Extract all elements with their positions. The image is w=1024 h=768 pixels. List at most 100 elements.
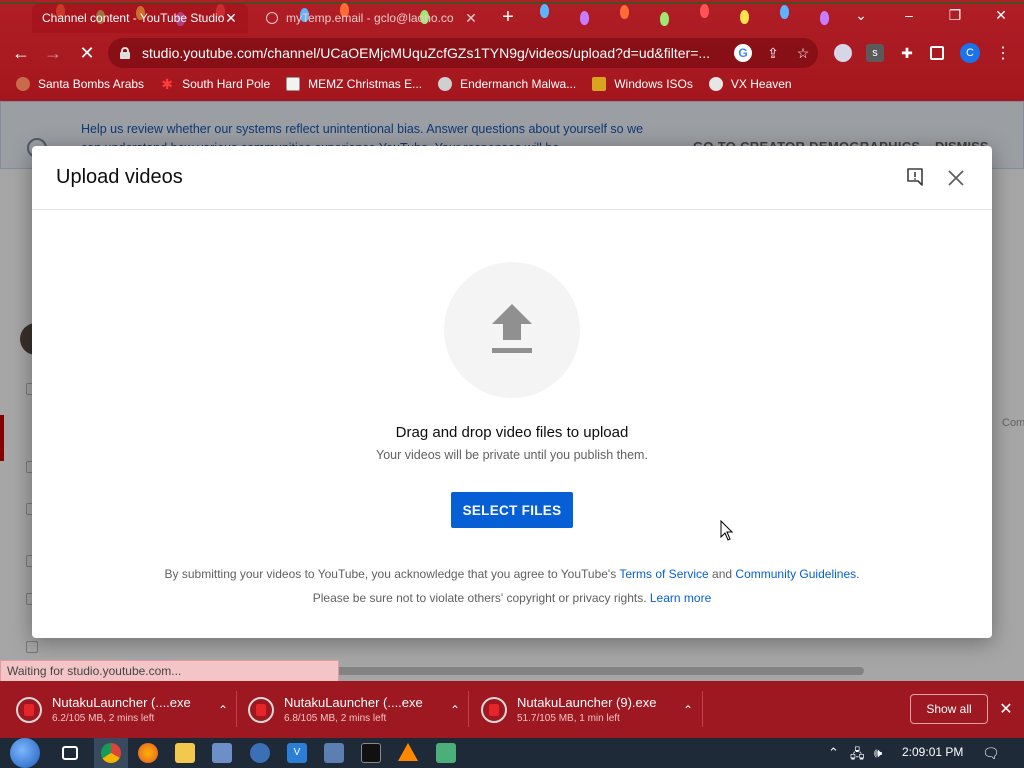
dialog-title: Upload videos [56,166,183,188]
download-item[interactable]: NutakuLauncher (....exe 6.8/105 MB, 2 mi… [248,681,460,738]
visual-basic-icon[interactable]: V [287,743,307,763]
bookmarks-bar: Santa Bombs Arabs ✱ South Hard Pole MEMZ… [0,72,1024,96]
bookmark-star-icon[interactable]: ☆ [794,44,812,62]
taskbar-clock[interactable]: 2:09:01 PM [902,745,963,759]
bookmark-label: MEMZ Christmas E... [308,77,423,91]
community-guidelines-link[interactable]: Community Guidelines [735,567,856,581]
bookmark-label: Endermanch Malwa... [460,77,577,91]
download-progress-text: 6.8/105 MB, 2 mins left [284,713,387,724]
bookmark-windows-isos[interactable]: Windows ISOs [592,77,693,91]
command-prompt-icon[interactable] [361,743,381,763]
task-view-icon[interactable] [62,746,78,760]
tab-title: Channel content - YouTube Studio [42,11,224,25]
kebab-menu-icon[interactable]: ⋮ [994,44,1012,62]
bookmark-vx-heaven[interactable]: VX Heaven [708,77,792,91]
computer-management-icon[interactable] [212,743,232,763]
download-filename: NutakuLauncher (....exe [52,695,191,710]
url-text[interactable]: studio.youtube.com/channel/UCaOEMjcMUquZ… [142,45,728,61]
download-progress-text: 51.7/105 MB, 1 min left [517,713,620,724]
terms-and: and [708,567,736,581]
copyright-text: Please be sure not to violate others' co… [312,591,650,605]
close-tab-icon[interactable]: ✕ [464,10,478,27]
new-tab-plus-icon[interactable]: + [498,6,518,29]
spreadsheet-icon[interactable] [436,743,456,763]
tab-title: myTemp.email - gclo@laoho.co [286,11,454,25]
show-all-downloads-button[interactable]: Show all [910,694,988,724]
learn-more-link[interactable]: Learn more [650,591,711,605]
drag-drop-title: Drag and drop video files to upload [395,424,629,441]
lock-icon[interactable] [120,47,130,59]
network-tool-icon[interactable] [250,743,270,763]
nutaku-launcher-icon [16,696,42,723]
window-close-icon[interactable]: ✕ [978,0,1024,30]
download-filename: NutakuLauncher (9).exe [517,695,657,710]
download-filename: NutakuLauncher (....exe [284,695,423,710]
extensions-puzzle-icon[interactable]: ✚ [898,44,916,62]
chevron-up-icon[interactable]: ⌃ [450,703,460,717]
profile-avatar[interactable]: C [960,43,980,63]
task-manager-icon[interactable] [324,743,344,763]
bookmark-memz-christmas[interactable]: MEMZ Christmas E... [286,77,422,91]
download-item[interactable]: NutakuLauncher (9).exe 51.7/105 MB, 1 mi… [481,681,693,738]
tray-overflow-chevron-icon[interactable]: ⌃ [828,745,839,761]
bookmark-label: Windows ISOs [614,77,693,91]
address-row: ← → ✕ studio.youtube.com/channel/UCaOEMj… [0,36,1024,70]
send-feedback-icon[interactable] [906,168,924,186]
restore-icon[interactable]: ❐ [932,0,978,30]
endermanch-icon [438,77,453,91]
select-files-button[interactable]: SELECT FILES [451,492,573,528]
bookmark-label: Santa Bombs Arabs [38,77,145,91]
upload-drop-zone[interactable] [444,262,580,398]
nutaku-launcher-icon [248,696,274,723]
close-downloads-icon[interactable]: ✕ [998,699,1014,719]
download-separator [236,691,237,727]
chrome-icon[interactable] [101,743,121,763]
firefox-icon[interactable] [138,743,158,763]
red-star-icon: ✱ [161,76,173,92]
minimize-icon[interactable]: – [886,0,932,30]
network-icon[interactable]: 🖧 [850,745,865,767]
forward-arrow-icon[interactable]: → [40,40,66,66]
downloads-bar: NutakuLauncher (....exe 6.2/105 MB, 2 mi… [0,681,1024,738]
upload-arrow-icon [492,304,532,353]
windows-taskbar: V ⌃ 🖧 🕪 2:09:01 PM 🗨 [0,738,1024,768]
mouse-cursor-icon [720,520,734,541]
vlc-icon[interactable] [398,743,418,761]
tab-mytemp-email[interactable]: myTemp.email - gclo@laoho.co ✕ [256,3,488,33]
bookmark-endermanch-malware[interactable]: Endermanch Malwa... [438,77,576,91]
action-center-icon[interactable]: 🗨 [982,745,1000,762]
download-separator [468,691,469,727]
memz-icon [286,77,301,91]
download-item[interactable]: NutakuLauncher (....exe 6.2/105 MB, 2 mi… [16,681,228,738]
terms-notice: By submitting your videos to YouTube, yo… [32,567,992,581]
terms-of-service-link[interactable]: Terms of Service [619,567,708,581]
bookmark-santa-bombs-arabs[interactable]: Santa Bombs Arabs [16,77,144,91]
close-tab-icon[interactable]: ✕ [224,10,238,27]
vx-heaven-icon [708,77,723,91]
copyright-notice: Please be sure not to violate others' co… [32,591,992,605]
address-bar[interactable]: studio.youtube.com/channel/UCaOEMjcMUquZ… [108,38,818,68]
tab-youtube-studio[interactable]: Channel content - YouTube Studio ✕ [32,3,248,33]
extension-s-icon[interactable]: s [866,44,884,62]
browser-toolbar: Channel content - YouTube Studio ✕ myTem… [0,0,1024,101]
share-icon[interactable]: ⇪ [764,44,782,62]
download-progress-text: 6.2/105 MB, 2 mins left [52,713,155,724]
chevron-up-icon[interactable]: ⌃ [218,703,228,717]
volume-icon[interactable]: 🕪 [874,745,882,761]
bookmark-south-hard-pole[interactable]: ✱ South Hard Pole [160,77,270,91]
close-dialog-icon[interactable] [946,168,966,188]
download-separator [702,691,703,727]
google-lens-icon[interactable]: G [734,44,752,62]
start-button-icon[interactable] [10,738,40,768]
file-explorer-icon[interactable] [175,743,195,763]
stop-loading-icon[interactable]: ✕ [74,40,100,66]
back-arrow-icon[interactable]: ← [8,40,34,66]
chevron-up-icon[interactable]: ⌃ [683,703,693,717]
upload-videos-dialog: Upload videos Drag and drop video files … [32,146,992,638]
dialog-header: Upload videos [32,146,992,210]
tab-search-chevron-icon[interactable]: ⌄ [838,0,884,30]
drag-drop-subtitle: Your videos will be private until you pu… [376,448,648,462]
extension-orb-icon[interactable] [834,44,852,62]
bookmark-label: VX Heaven [730,77,792,91]
side-panel-icon[interactable] [930,46,944,60]
